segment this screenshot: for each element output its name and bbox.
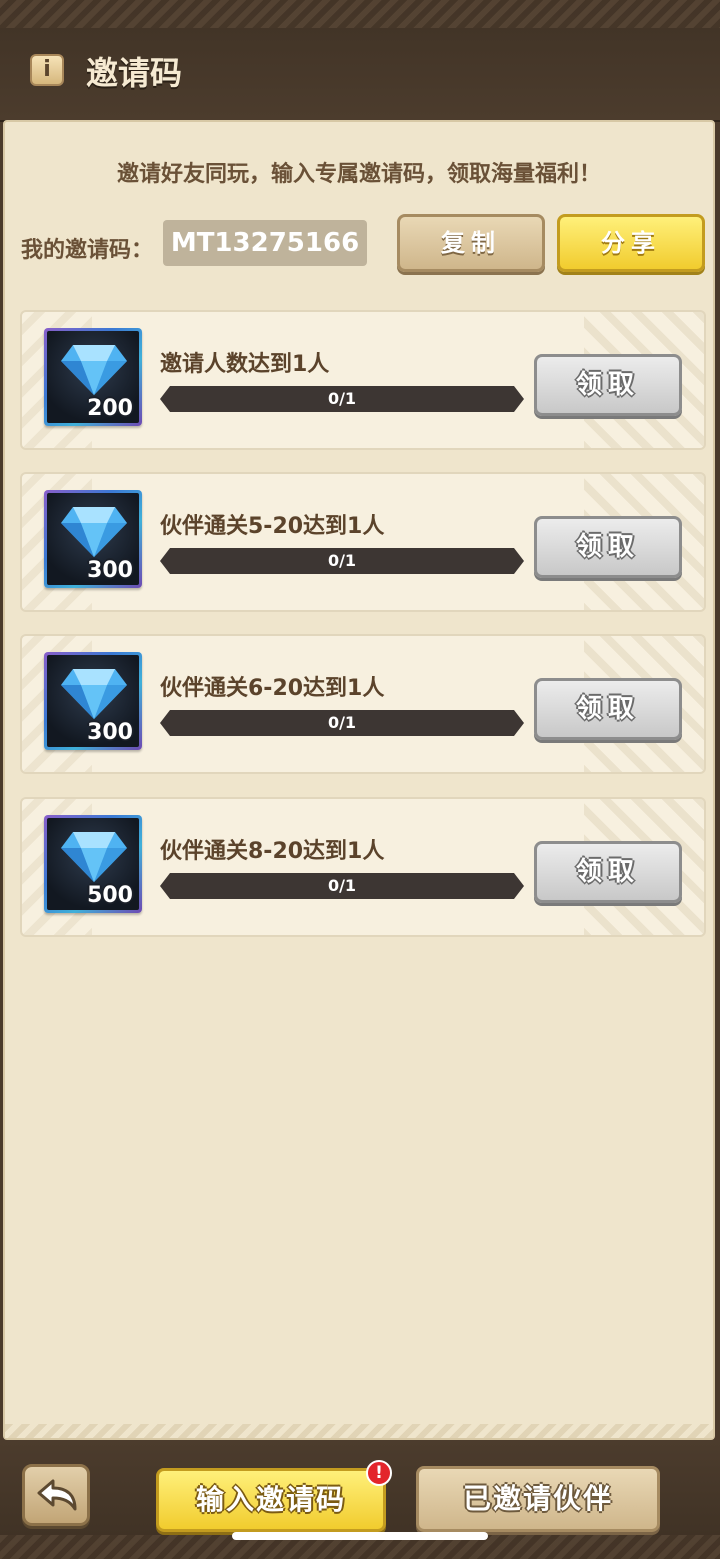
- progress-text: 0/1: [327, 389, 357, 408]
- task-title: 伙伴通关6-20达到1人: [160, 676, 385, 701]
- share-button[interactable]: 分享: [557, 214, 705, 272]
- reward-amount: 300: [87, 558, 133, 583]
- task-progress-bar: 0/1: [160, 873, 524, 899]
- reward-item[interactable]: 300: [44, 652, 142, 750]
- header-pattern: [0, 0, 720, 28]
- claim-button[interactable]: 领取: [534, 841, 682, 903]
- task-card: 300 伙伴通关5-20达到1人 0/1 领取: [20, 472, 706, 612]
- home-indicator: [232, 1532, 488, 1540]
- enter-invite-code-button[interactable]: 输入邀请码: [156, 1468, 386, 1532]
- diamond-icon: [61, 507, 127, 557]
- reward-amount: 200: [87, 396, 133, 421]
- task-card: 200 邀请人数达到1人 0/1 领取: [20, 310, 706, 450]
- panel-trim: [5, 1424, 713, 1438]
- progress-text: 0/1: [327, 876, 357, 895]
- reward-amount: 300: [87, 720, 133, 745]
- task-progress-bar: 0/1: [160, 710, 524, 736]
- info-icon[interactable]: i: [30, 54, 64, 86]
- progress-text: 0/1: [327, 551, 357, 570]
- task-title: 伙伴通关5-20达到1人: [160, 514, 385, 539]
- task-progress-bar: 0/1: [160, 548, 524, 574]
- task-title: 伙伴通关8-20达到1人: [160, 839, 385, 864]
- claim-button[interactable]: 领取: [534, 354, 682, 416]
- task-progress-bar: 0/1: [160, 386, 524, 412]
- page-title: 邀请码: [86, 54, 183, 92]
- diamond-icon: [61, 669, 127, 719]
- invited-partners-button[interactable]: 已邀请伙伴: [416, 1466, 660, 1532]
- alert-badge: !: [366, 1460, 392, 1486]
- back-arrow-icon: [37, 1479, 77, 1511]
- back-button[interactable]: [22, 1464, 90, 1526]
- diamond-icon: [61, 832, 127, 882]
- copy-button[interactable]: 复制: [397, 214, 545, 272]
- claim-button[interactable]: 领取: [534, 516, 682, 578]
- task-title: 邀请人数达到1人: [160, 352, 330, 377]
- claim-button[interactable]: 领取: [534, 678, 682, 740]
- progress-text: 0/1: [327, 713, 357, 732]
- task-card: 300 伙伴通关6-20达到1人 0/1 领取: [20, 634, 706, 774]
- reward-amount: 500: [87, 883, 133, 908]
- invite-panel: 邀请好友同玩，输入专属邀请码，领取海量福利！ 我的邀请码： MT13275166…: [3, 120, 715, 1440]
- task-card: 500 伙伴通关8-20达到1人 0/1 领取: [20, 797, 706, 937]
- invite-subtitle: 邀请好友同玩，输入专属邀请码，领取海量福利！: [116, 162, 601, 187]
- bottom-bar: 输入邀请码 ! 已邀请伙伴: [0, 1440, 720, 1559]
- reward-item[interactable]: 200: [44, 328, 142, 426]
- diamond-icon: [61, 345, 127, 395]
- my-code-value[interactable]: MT13275166: [163, 220, 367, 266]
- reward-item[interactable]: 300: [44, 490, 142, 588]
- my-code-label: 我的邀请码：: [21, 238, 154, 263]
- reward-item[interactable]: 500: [44, 815, 142, 913]
- top-header: i 邀请码: [0, 0, 720, 122]
